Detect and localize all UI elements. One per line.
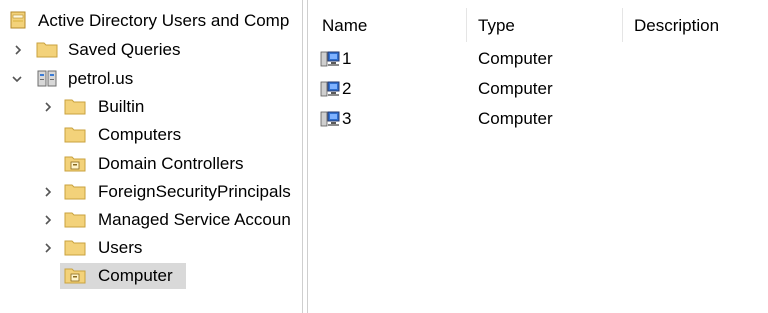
- row-name: 3: [342, 109, 352, 128]
- tree-node-root[interactable]: Active Directory Users and Comp: [0, 8, 302, 34]
- tree-node-computer-ou[interactable]: Computer: [0, 263, 302, 289]
- domain-icon: [36, 68, 58, 88]
- row-type: Computer: [478, 109, 553, 128]
- chevron-right-icon[interactable]: [42, 212, 54, 226]
- computer-icon: [320, 80, 340, 98]
- tree-node-foreign-security-principals[interactable]: ForeignSecurityPrincipals: [0, 179, 302, 205]
- chevron-down-icon[interactable]: [10, 71, 22, 85]
- column-divider[interactable]: [466, 8, 467, 42]
- tree-label-domain: petrol.us: [68, 69, 134, 88]
- chevron-right-icon[interactable]: [42, 240, 54, 254]
- column-header-type[interactable]: Type: [478, 15, 515, 37]
- column-header-name[interactable]: Name: [322, 15, 367, 37]
- tree-node-users[interactable]: Users: [0, 235, 302, 261]
- row-name: 2: [342, 79, 352, 98]
- list-item[interactable]: 2 Computer: [308, 76, 768, 104]
- folder-icon: [36, 39, 58, 59]
- tree-label-saved-queries: Saved Queries: [68, 40, 181, 59]
- list-item[interactable]: 3 Computer: [308, 106, 768, 134]
- tree-node-domain[interactable]: petrol.us: [0, 66, 302, 92]
- folder-icon: [64, 237, 86, 257]
- computer-icon: [320, 110, 340, 128]
- folder-icon: [64, 96, 86, 116]
- tree-node-builtin[interactable]: Builtin: [0, 94, 302, 120]
- column-header-description[interactable]: Description: [634, 15, 719, 37]
- tree-label-managed-service-accounts: Managed Service Accoun: [98, 210, 291, 229]
- chevron-right-icon[interactable]: [12, 42, 24, 56]
- list-item[interactable]: 1 Computer: [308, 46, 768, 74]
- console-root-icon: [8, 10, 30, 30]
- folder-icon: [64, 209, 86, 229]
- organizational-unit-icon: [64, 265, 86, 285]
- tree-node-computers[interactable]: Computers: [0, 122, 302, 148]
- column-divider[interactable]: [622, 8, 623, 42]
- tree-label-foreign-security-principals: ForeignSecurityPrincipals: [98, 182, 291, 201]
- tree-root-label: Active Directory Users and Comp: [38, 11, 290, 30]
- tree-label-computer-ou: Computer: [98, 266, 173, 285]
- folder-icon: [64, 181, 86, 201]
- row-type: Computer: [478, 49, 553, 68]
- tree-label-builtin: Builtin: [98, 97, 145, 116]
- organizational-unit-icon: [64, 153, 86, 173]
- details-list[interactable]: Name Type Description 1 Computer 2 Compu…: [308, 0, 768, 313]
- chevron-right-icon[interactable]: [42, 99, 54, 113]
- computer-icon: [320, 50, 340, 68]
- row-type: Computer: [478, 79, 553, 98]
- console-tree[interactable]: Active Directory Users and Comp Saved Qu…: [0, 0, 302, 313]
- folder-icon: [64, 124, 86, 144]
- tree-label-users: Users: [98, 238, 143, 257]
- chevron-right-icon[interactable]: [42, 184, 54, 198]
- tree-node-managed-service-accounts[interactable]: Managed Service Accoun: [0, 207, 302, 233]
- tree-node-saved-queries[interactable]: Saved Queries: [0, 37, 302, 63]
- tree-node-domain-controllers[interactable]: Domain Controllers: [0, 151, 302, 177]
- row-name: 1: [342, 49, 352, 68]
- tree-label-domain-controllers: Domain Controllers: [98, 154, 244, 173]
- tree-label-computers: Computers: [98, 125, 182, 144]
